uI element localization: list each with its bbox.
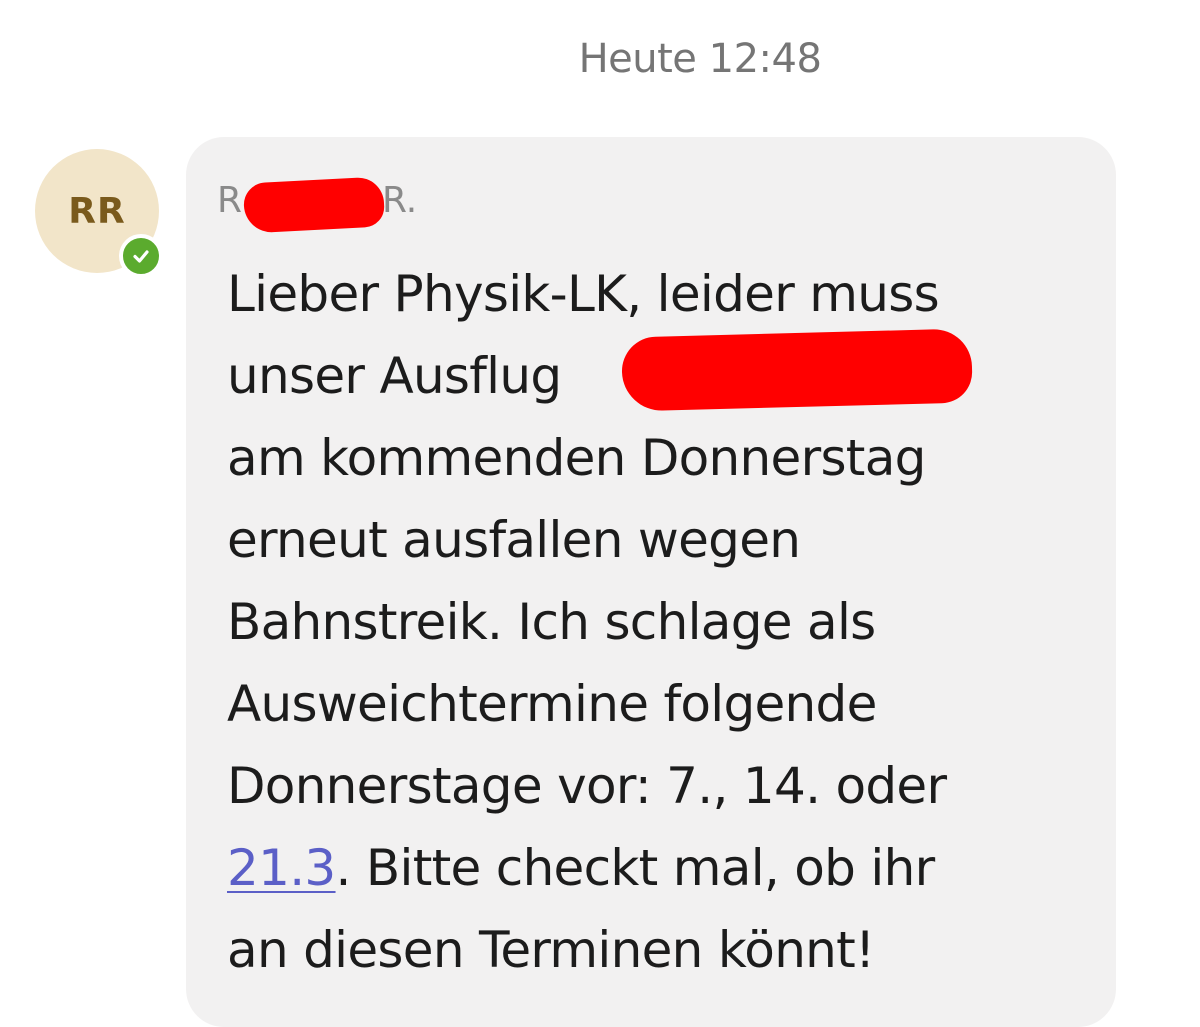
- avatar-initials: RR: [68, 190, 126, 232]
- checkmark-icon: [133, 250, 149, 263]
- status-badge: [119, 234, 163, 278]
- sender-redaction-mark: [242, 176, 386, 234]
- message-line: an diesen Terminen könnt!: [227, 921, 875, 979]
- message-line: erneut ausfallen wegen: [227, 511, 801, 569]
- message-line: am kommenden Donnerstag: [227, 429, 926, 487]
- message-redaction-mark: [621, 328, 973, 412]
- sender-name-first: R: [217, 180, 243, 221]
- message-line: Bahnstreik. Ich schlage als: [227, 593, 876, 651]
- sender-name-last: R.: [382, 180, 418, 221]
- message-line: Lieber Physik-LK, leider muss: [227, 265, 940, 323]
- message-timestamp: Heute 12:48: [578, 36, 822, 82]
- message-line-rest: . Bitte checkt mal, ob ihr: [335, 839, 936, 897]
- message-line: Ausweichtermine folgende: [227, 675, 877, 733]
- date-link[interactable]: 21.3: [227, 839, 336, 897]
- message-line: Donnerstage vor: 7., 14. oder: [227, 757, 947, 815]
- message-line: 21.3. Bitte checkt mal, ob ihr: [227, 827, 1097, 909]
